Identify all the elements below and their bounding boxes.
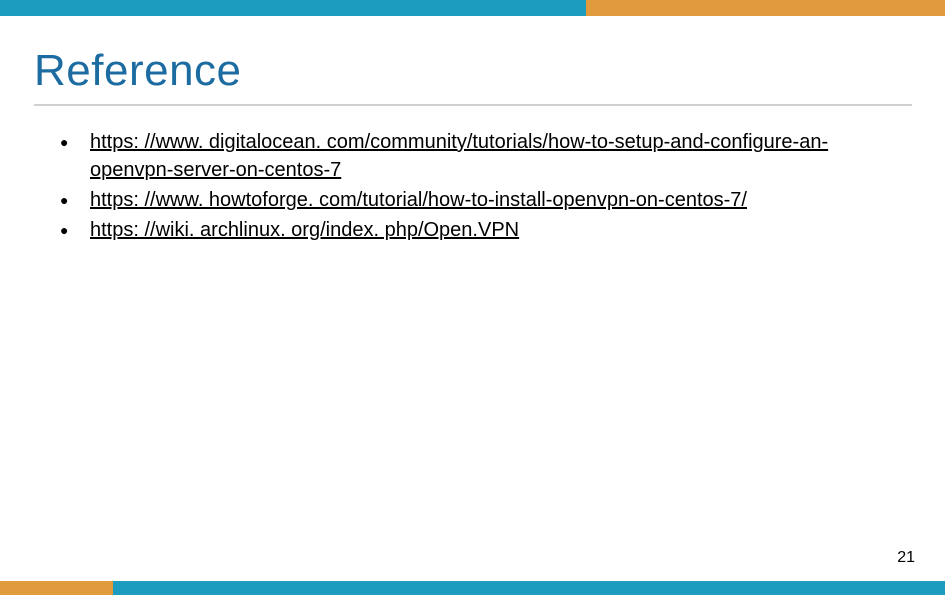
bottom-accent-bar bbox=[0, 581, 945, 595]
content-area: https: //www. digitalocean. com/communit… bbox=[60, 128, 890, 246]
list-item: https: //www. digitalocean. com/communit… bbox=[60, 128, 890, 184]
slide: Reference https: //www. digitalocean. co… bbox=[0, 0, 945, 595]
top-bar-orange bbox=[586, 0, 945, 16]
top-accent-bar bbox=[0, 0, 945, 16]
top-bar-teal bbox=[0, 0, 586, 16]
reference-link[interactable]: https: //www. digitalocean. com/communit… bbox=[90, 131, 828, 181]
title-underline bbox=[34, 104, 912, 106]
slide-title: Reference bbox=[34, 46, 242, 96]
reference-link[interactable]: https: //www. howtoforge. com/tutorial/h… bbox=[90, 189, 747, 211]
page-number: 21 bbox=[897, 549, 915, 567]
reference-list: https: //www. digitalocean. com/communit… bbox=[60, 128, 890, 244]
list-item: https: //www. howtoforge. com/tutorial/h… bbox=[60, 186, 890, 214]
reference-link[interactable]: https: //wiki. archlinux. org/index. php… bbox=[90, 219, 519, 241]
list-item: https: //wiki. archlinux. org/index. php… bbox=[60, 216, 890, 244]
bottom-bar-teal bbox=[113, 581, 945, 595]
bottom-bar-orange bbox=[0, 581, 113, 595]
